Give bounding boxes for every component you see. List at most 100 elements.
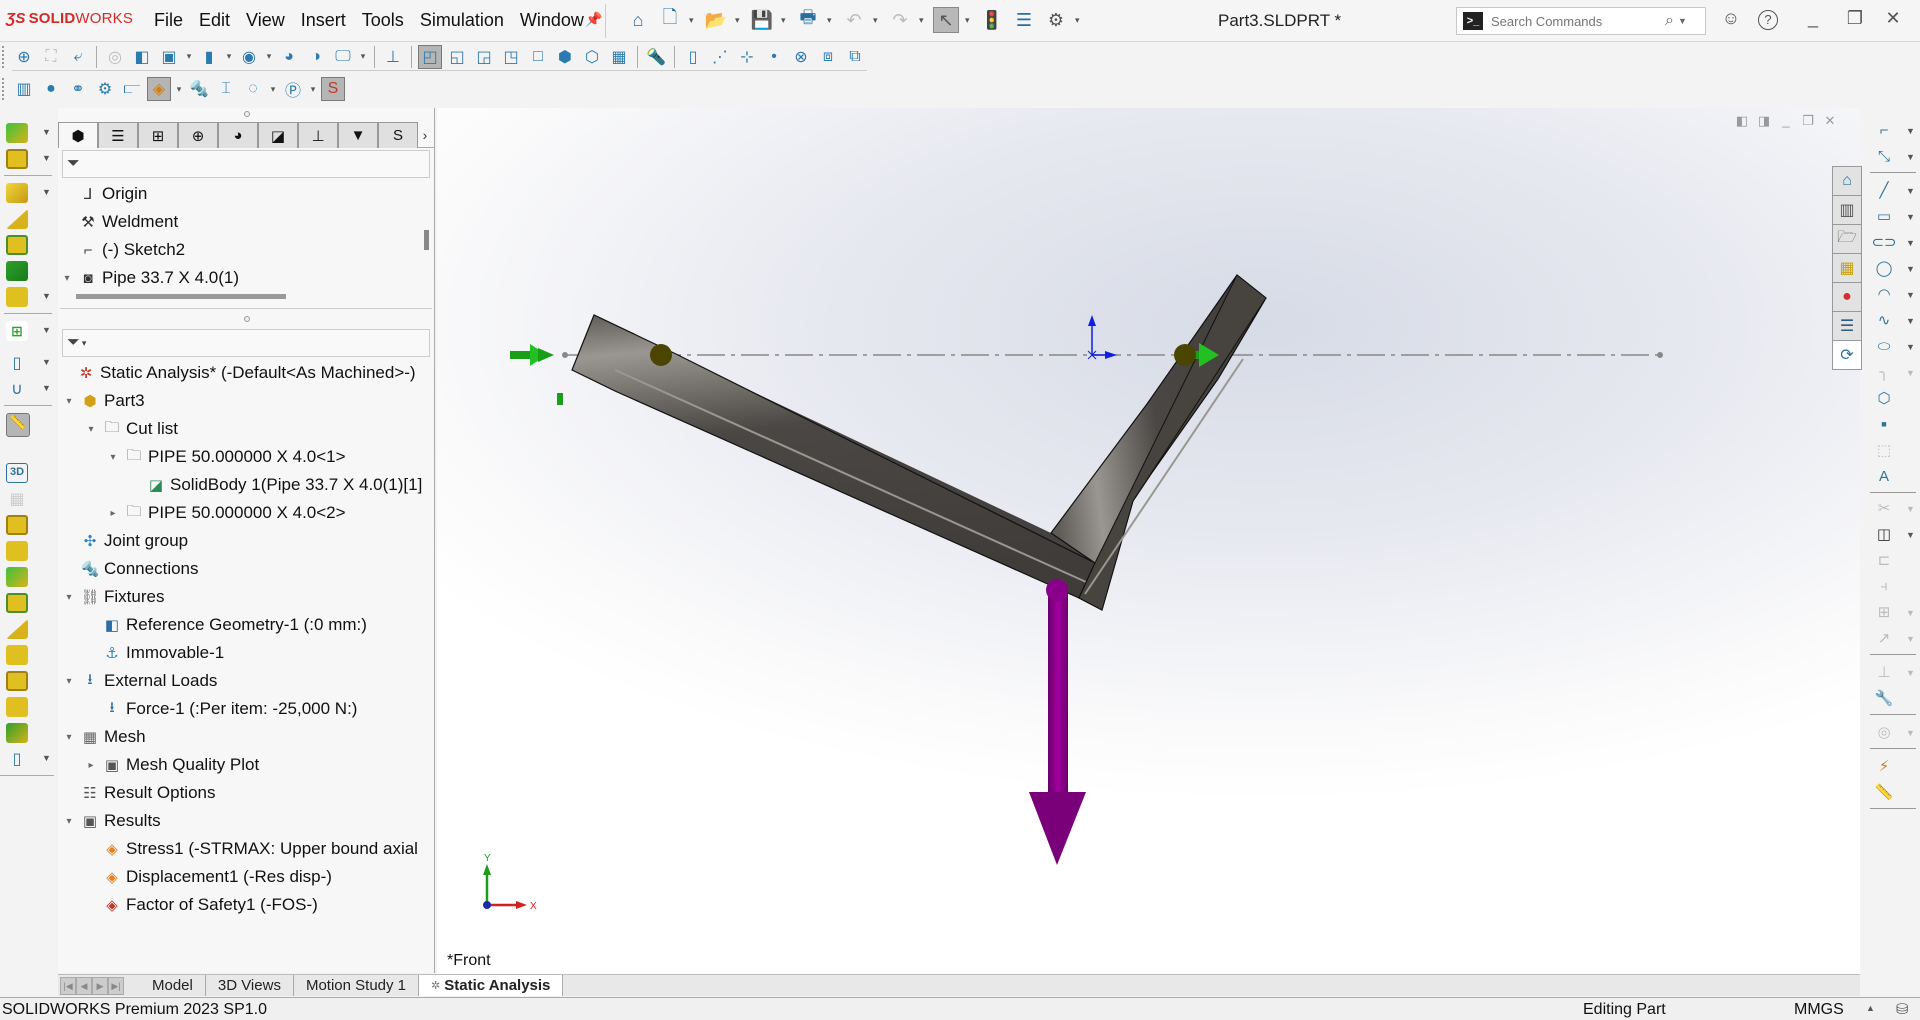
dropdown-arrow[interactable]: ▾ [268,84,278,95]
cam-tool-tab[interactable]: ▼ [338,122,378,148]
rectangle-icon[interactable]: ▭ [1874,206,1894,226]
instant2d-icon[interactable]: 📏 [1874,782,1894,802]
dropdown-arrow[interactable]: ▼ [1906,290,1915,300]
dropdown-arrow[interactable]: ▾ [827,15,835,26]
previous-view-icon[interactable]: ⤶ [66,45,90,69]
plane-icon[interactable]: ▯ [681,45,705,69]
tree-item[interactable]: ▾ 🗀 PIPE 50.000000 X 4.0<1> [58,443,434,471]
tree-item[interactable]: ⚒ Weldment [58,208,434,236]
dropdown-arrow[interactable]: ▾ [358,51,368,62]
select-icon[interactable]: ↖ [933,7,959,33]
propertymanager-tab[interactable]: ☰ [98,122,138,148]
forum-tab[interactable]: ⟳ [1832,340,1862,370]
tab-motion-study-1[interactable]: Motion Study 1 [294,975,420,996]
configurationmanager-tab[interactable]: ⊞ [138,122,178,148]
trimetric-view-icon[interactable]: ⬡ [580,45,604,69]
expand-toggle-icon[interactable]: ▾ [62,816,76,827]
arc-icon[interactable]: ◠ [1874,284,1894,304]
weldment-sim-icon[interactable]: ⫍ [120,77,144,101]
options-icon[interactable]: ⚙ [1043,7,1069,33]
parameters-icon[interactable]: Ⓟ [281,77,305,101]
reference-plane-2-icon[interactable]: ▯ [6,749,28,769]
tree-item[interactable]: ▾ ▣ Results [58,807,434,835]
tree-item[interactable]: ✣ Joint group [58,527,434,555]
wireframe-icon[interactable]: □ [526,45,550,69]
dropdown-arrow[interactable]: ▼ [1906,126,1915,136]
view-palette-tab[interactable]: ▦ [1832,253,1862,283]
tree-item[interactable]: ◈ Factor of Safety1 (-FOS-) [58,891,434,919]
dropdown-arrow[interactable]: ▼ [1906,212,1915,222]
expand-toggle-icon[interactable]: ▾ [84,424,98,435]
collapse-right-icon[interactable]: ◨ [1755,113,1773,129]
dropdown-arrow[interactable]: ▾ [224,51,234,62]
tree-item[interactable]: ◪ SolidBody 1(Pipe 33.7 X 4.0(1)[1] [58,471,434,499]
wizard-icon[interactable] [6,287,28,307]
dropdown-arrow[interactable]: ▾ [735,15,743,26]
solidworks-logo[interactable]: ƷS SOLIDWORKS [6,10,133,27]
minimize-button[interactable]: _ [1800,8,1826,29]
menu-edit[interactable]: Edit [191,10,238,31]
save-icon[interactable]: 💾 [749,7,775,33]
rib-icon[interactable] [6,209,28,229]
line-endpoint[interactable] [562,352,568,358]
restore-button[interactable]: ❐ [1842,8,1868,29]
dimxpertmanager-tab[interactable]: ⊕ [178,122,218,148]
text-icon[interactable]: A [1874,466,1894,486]
open-icon[interactable]: 📂 [703,7,729,33]
line-icon[interactable]: ╱ [1874,180,1894,200]
line-endpoint[interactable] [1657,352,1663,358]
axis-icon[interactable]: ⋰ [708,45,732,69]
tree-item[interactable]: ▾ 🗀 Cut list [58,415,434,443]
chamfer-icon[interactable] [6,261,28,281]
shaded-icon[interactable]: ◱ [445,45,469,69]
reference-plane-icon[interactable]: ▯ [6,353,28,373]
sketch-icon[interactable]: ⌐ [1874,120,1894,140]
print-icon[interactable]: 🖶 [795,7,821,33]
scrollbar-thumb[interactable] [424,230,429,250]
weldment-wizard-icon[interactable] [6,697,28,717]
dropdown-arrow[interactable]: ▼ [1906,152,1915,162]
sensor-icon[interactable]: ◌ [241,77,265,101]
spline-icon[interactable]: ∿ [1874,310,1894,330]
pin-menu-icon[interactable]: 📌 [585,11,602,28]
expand-toggle-icon[interactable]: ▸ [106,508,120,519]
viewport-close-button[interactable]: ✕ [1821,113,1839,129]
previous-tab-button[interactable]: ◀ [76,977,92,995]
tree-item[interactable]: ▾ ⛓ Fixtures [58,583,434,611]
ellipse-icon[interactable]: ⬭ [1874,336,1894,356]
tree-item[interactable]: ▾ ▦ Mesh [58,723,434,751]
file-properties-icon[interactable]: ☰ [1011,7,1037,33]
dropdown-arrow[interactable]: ▼ [42,187,51,197]
dropdown-arrow[interactable]: ▼ [42,325,51,335]
convert-entities-icon[interactable]: ◫ [1874,524,1894,544]
design-library-tab[interactable]: ▥ [1832,195,1862,225]
tree-item[interactable]: ◧ Reference Geometry-1 (:0 mm:) [58,611,434,639]
search-icon[interactable]: ⌕ [1665,12,1674,30]
featuremanager-tab[interactable]: ⬢ [58,122,98,148]
dropdown-arrow[interactable]: ▼ [42,357,51,367]
connector-icon[interactable]: ⚭ [66,77,90,101]
perspective-icon[interactable]: 🔦 [644,45,668,69]
dropdown-arrow[interactable]: ▾ [781,15,789,26]
menu-window[interactable]: Window [512,10,592,31]
expand-toggle-icon[interactable]: ▾ [106,452,120,463]
chamfer-2-icon[interactable] [6,723,28,743]
dimension-icon[interactable]: ⌶ [214,77,238,101]
rebuild-icon[interactable]: 🚦 [979,7,1005,33]
home-icon[interactable]: ⌂ [625,7,651,33]
tree-item[interactable]: ⌐ (-) Sketch2 [58,236,434,264]
redo-icon[interactable]: ↷ [887,7,913,33]
graphics-area[interactable]: Y X ◧ ◨ _ ❐ ✕ *Front [437,108,1860,974]
cam-feature-tab[interactable]: ◪ [258,122,298,148]
extruded-boss-2-icon[interactable] [6,567,28,587]
coordinate-system-icon[interactable]: ⊹ [735,45,759,69]
unit-system-dropdown[interactable]: ▲ [1866,1003,1875,1013]
expand-toggle-icon[interactable]: ▸ [84,760,98,771]
toolbar-grip[interactable] [2,46,5,68]
instant3d-icon[interactable]: 📏 [6,413,30,437]
collapse-left-icon[interactable]: ◧ [1733,113,1751,129]
dropdown-arrow[interactable]: ▾ [174,84,184,95]
menu-file[interactable]: File [146,10,191,31]
tree-item[interactable]: ⚓ Immovable-1 [58,639,434,667]
view-settings-icon[interactable]: 🖵 [331,45,355,69]
